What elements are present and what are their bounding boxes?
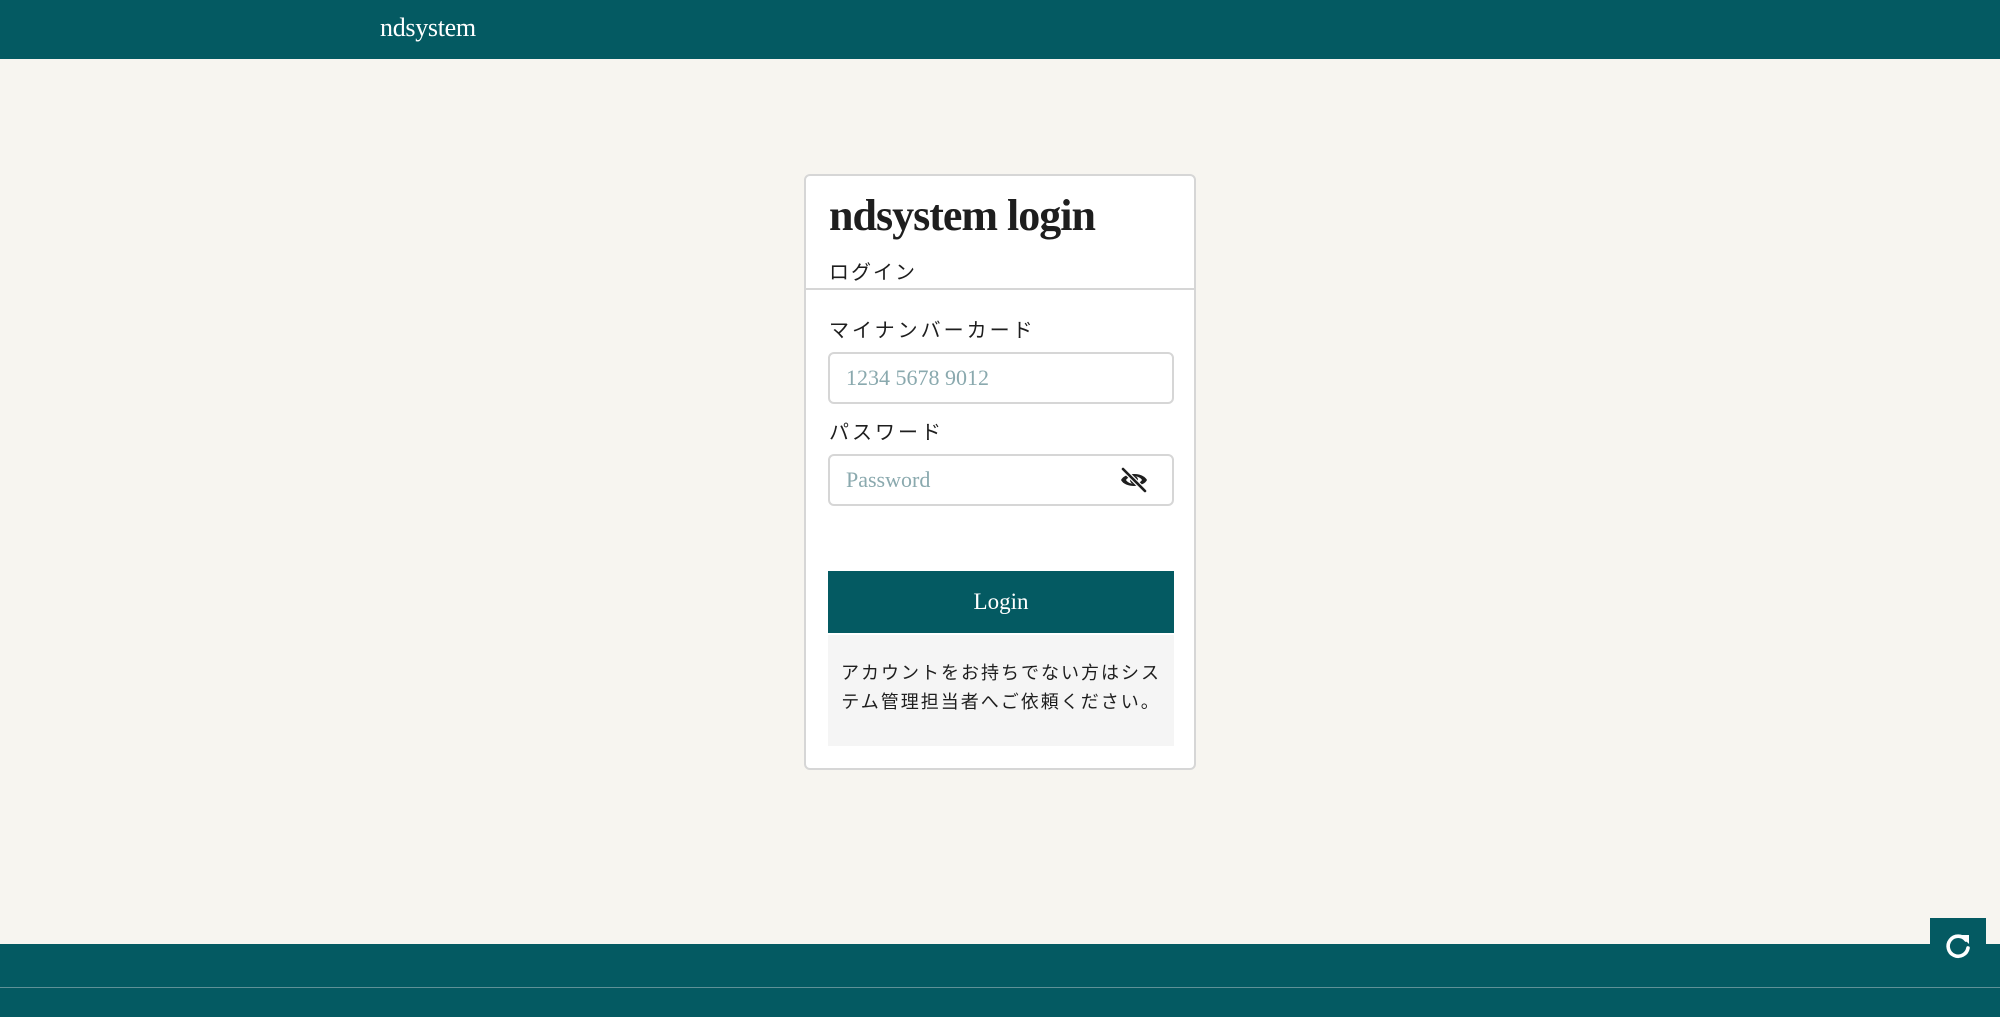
password-label: パスワード [829,420,944,444]
my-number-card-input[interactable] [828,352,1174,404]
footer [0,944,2000,1017]
my-number-card-label: マイナンバーカード [829,318,1036,342]
refresh-icon[interactable] [1930,918,1986,974]
brand-link[interactable]: ndsystem [380,13,476,43]
page-title: ndsystem login [829,191,1096,240]
eye-slash-icon[interactable] [1114,462,1154,498]
login-card: ndsystem login ログイン マイナンバーカード パスワード Logi… [804,174,1196,770]
account-request-note: アカウントをお持ちでない方はシステム管理担当者へご依頼ください。 [828,635,1174,746]
top-navbar: ndsystem [0,0,2000,59]
footer-divider [0,987,2000,988]
login-subtitle: ログイン [829,260,917,284]
login-card-header: ndsystem login ログイン [806,176,1194,290]
login-button[interactable]: Login [828,571,1174,633]
